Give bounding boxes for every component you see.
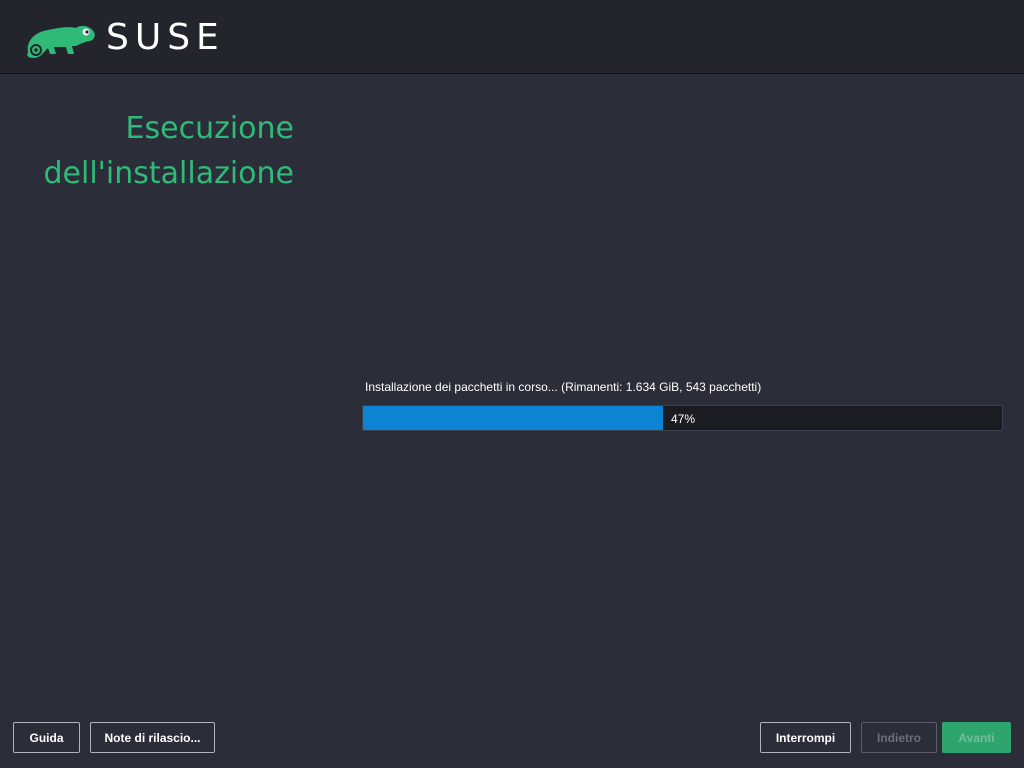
progress-fill [363, 406, 664, 430]
page-title: Esecuzione dell'installazione [4, 106, 294, 196]
page-title-line1: Esecuzione [125, 111, 294, 146]
header-bar: SUSE [0, 0, 1024, 74]
page-title-line2: dell'installazione [43, 156, 294, 191]
progress-percent: 47% [671, 412, 696, 426]
install-progress-bar: 47% [362, 405, 1003, 431]
release-notes-button[interactable]: Note di rilascio... [90, 722, 215, 753]
next-button[interactable]: Avanti [942, 722, 1011, 753]
help-button[interactable]: Guida [13, 722, 80, 753]
back-button[interactable]: Indietro [861, 722, 937, 753]
suse-logo: SUSE [24, 18, 224, 62]
suse-wordmark: SUSE [106, 17, 225, 58]
abort-button[interactable]: Interrompi [760, 722, 851, 753]
suse-chameleon-icon [27, 25, 95, 59]
progress-label: Installazione dei pacchetti in corso... … [365, 380, 762, 394]
